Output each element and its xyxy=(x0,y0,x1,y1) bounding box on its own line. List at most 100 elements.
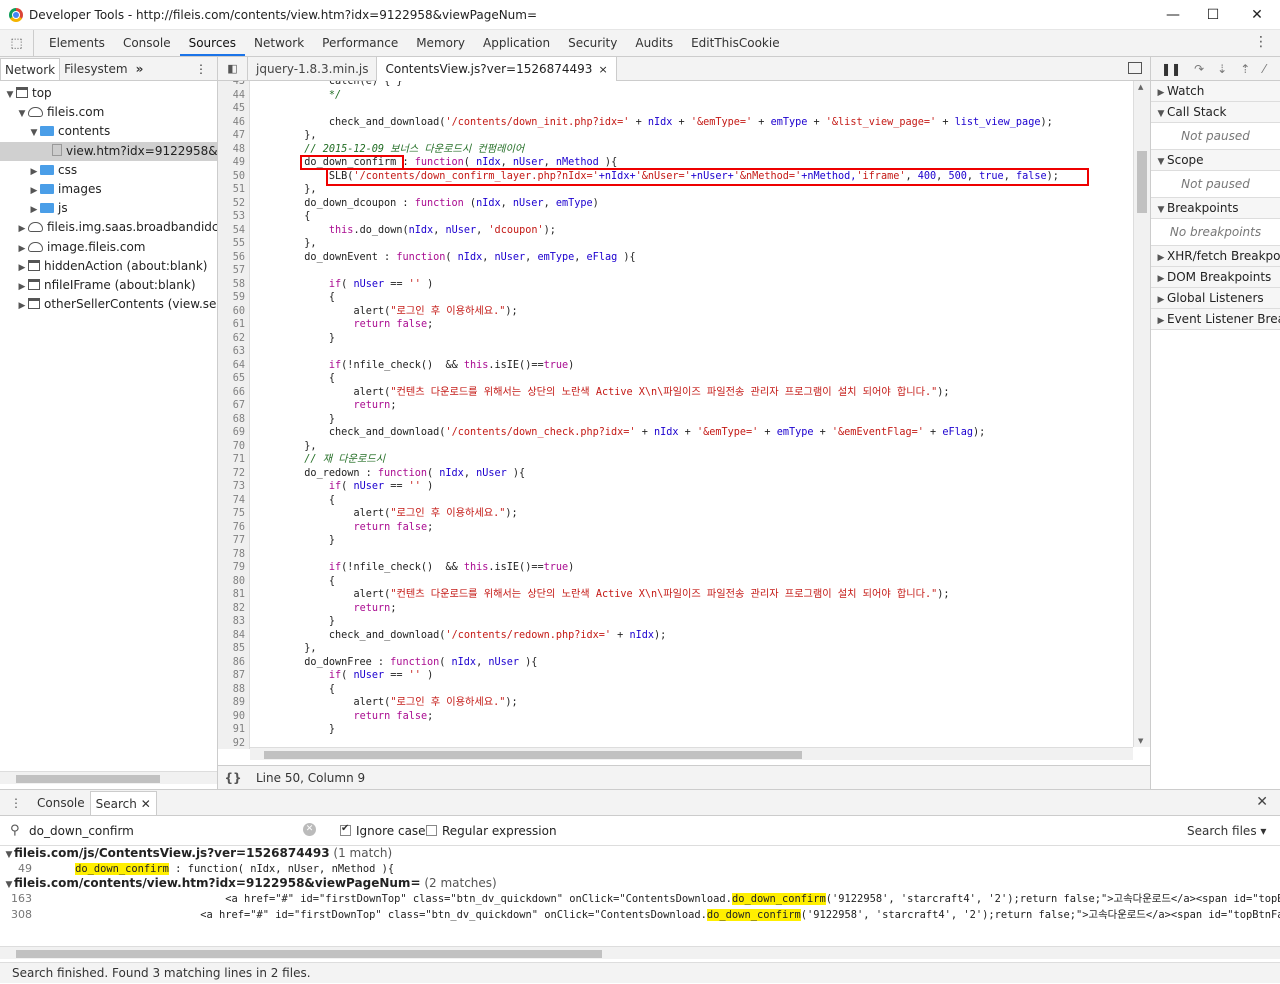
tree-item[interactable]: ▶ css xyxy=(0,161,217,180)
code-area[interactable]: 43 catch(e) { } 44 */ 45 46 check_and_download… xyxy=(218,81,1150,749)
result-line[interactable]: 308 <a href="#" id="firstDownTop" class=… xyxy=(0,907,1280,922)
line-number[interactable]: 82 xyxy=(218,602,245,616)
line-number[interactable]: 71 xyxy=(218,453,245,467)
collapsed-arrow-icon[interactable]: ▶ xyxy=(28,163,40,180)
tab-elements[interactable]: Elements xyxy=(40,30,114,56)
line-number[interactable]: 78 xyxy=(218,548,245,562)
collapsed-arrow-icon[interactable]: ▶ xyxy=(16,259,28,276)
line-number[interactable]: 72 xyxy=(218,467,245,481)
code-line[interactable]: 74 { xyxy=(218,494,1133,508)
line-number[interactable]: 69 xyxy=(218,426,245,440)
line-number[interactable]: 63 xyxy=(218,345,245,359)
step-over-icon[interactable]: ↷ xyxy=(1194,62,1204,76)
regex-checkbox[interactable]: Regular expression xyxy=(426,824,557,838)
result-line[interactable]: 49 do_down_confirm : function( nIdx, nUs… xyxy=(0,861,1280,876)
tab-contentsview[interactable]: ContentsView.js?ver=1526874493 × xyxy=(376,56,617,81)
toggle-debugger-icon[interactable] xyxy=(1128,62,1142,74)
step-out-icon[interactable]: ⇡ xyxy=(1240,62,1250,76)
code-line[interactable]: 79 if(!nfile_check() && this.isIE()==true… xyxy=(218,561,1133,575)
code-line[interactable]: 73 if( nUser == '' ) xyxy=(218,480,1133,494)
scroll-down-icon[interactable]: ▼ xyxy=(1138,737,1143,745)
line-number[interactable]: 65 xyxy=(218,372,245,386)
code-line[interactable]: 65 { xyxy=(218,372,1133,386)
line-number[interactable]: 51 xyxy=(218,183,245,197)
collapsed-arrow-icon[interactable]: ▶ xyxy=(16,220,28,237)
line-number[interactable]: 89 xyxy=(218,696,245,710)
line-number[interactable]: 75 xyxy=(218,507,245,521)
pretty-print-icon[interactable]: {} xyxy=(218,771,248,785)
scrollbar-thumb[interactable] xyxy=(16,775,160,783)
tree-item[interactable]: ▼ contents xyxy=(0,122,217,141)
close-tab-icon[interactable]: ✕ xyxy=(141,797,151,811)
line-number[interactable]: 84 xyxy=(218,629,245,643)
code-line[interactable]: 54 this.do_down(nIdx, nUser, 'dcoupon'); xyxy=(218,224,1133,238)
tree-item[interactable]: ▶ otherSellerContents (view.seller.php) xyxy=(0,295,217,314)
line-number[interactable]: 73 xyxy=(218,480,245,494)
scrollbar-thumb[interactable] xyxy=(16,950,602,958)
deactivate-breakpoints-icon[interactable]: ⁄ xyxy=(1263,62,1265,76)
line-number[interactable]: 81 xyxy=(218,588,245,602)
collapsed-arrow-icon[interactable]: ▶ xyxy=(16,240,28,257)
line-number[interactable]: 44 xyxy=(218,89,245,103)
collapsed-arrow-icon[interactable]: ▶ xyxy=(16,297,28,314)
code-line[interactable]: 89 alert("로그인 후 이용하세요."); xyxy=(218,696,1133,710)
line-number[interactable]: 91 xyxy=(218,723,245,737)
line-number[interactable]: 46 xyxy=(218,116,245,130)
code-line[interactable]: 48 // 2015-12-09 보너스 다운로드시 컨펌레이어 xyxy=(218,143,1133,157)
editor-hscrollbar[interactable] xyxy=(250,747,1133,760)
section-dom-breakpoints[interactable]: ▶ DOM Breakpoints xyxy=(1151,267,1280,288)
tab-jquery[interactable]: jquery-1.8.3.min.js xyxy=(248,57,376,81)
collapsed-arrow-icon[interactable]: ▶ xyxy=(16,278,28,295)
section-xhr-fetch-breakpoints[interactable]: ▶XHR/fetch Breakpoints xyxy=(1151,246,1280,267)
toggle-navigator-icon[interactable]: ◧ xyxy=(218,56,248,81)
drawer-menu-icon[interactable]: ⋮ xyxy=(0,796,32,810)
line-number[interactable]: 43 xyxy=(218,81,245,89)
line-number[interactable]: 88 xyxy=(218,683,245,697)
line-number[interactable]: 47 xyxy=(218,129,245,143)
result-file[interactable]: ▼ fileis.com/js/ContentsView.js?ver=15268… xyxy=(0,846,1280,861)
line-number[interactable]: 77 xyxy=(218,534,245,548)
expanded-arrow-icon[interactable]: ▼ xyxy=(16,105,28,122)
section-breakpoints[interactable]: ▼ Breakpoints xyxy=(1151,198,1280,219)
scroll-up-icon[interactable]: ▲ xyxy=(1138,83,1143,91)
tab-sources[interactable]: Sources xyxy=(179,30,246,56)
line-number[interactable]: 67 xyxy=(218,399,245,413)
code-line[interactable]: 78 xyxy=(218,548,1133,562)
code-line[interactable]: 43 catch(e) { } xyxy=(218,81,1133,89)
line-number[interactable]: 48 xyxy=(218,143,245,157)
navigator-scrollbar[interactable] xyxy=(0,771,217,784)
line-number[interactable]: 79 xyxy=(218,561,245,575)
code-line[interactable]: 85}, xyxy=(218,642,1133,656)
code-line[interactable]: 46 check_and_download('/contents/down_ini… xyxy=(218,116,1133,130)
line-number[interactable]: 45 xyxy=(218,102,245,116)
minimize-icon[interactable]: — xyxy=(1163,5,1183,25)
section-event-listener-breakpoints[interactable]: ▶Event Listener Breakpoints xyxy=(1151,309,1280,330)
code-line[interactable]: 60 alert("로그인 후 이용하세요."); xyxy=(218,305,1133,319)
tab-search[interactable]: Search ✕ xyxy=(89,790,157,815)
code-line[interactable]: 87 if( nUser == '' ) xyxy=(218,669,1133,683)
result-line[interactable]: 163 <a href="#" id="firstDownTop" class=… xyxy=(0,891,1280,906)
pause-icon[interactable]: ❚❚ xyxy=(1161,62,1181,76)
code-line[interactable]: 59 { xyxy=(218,291,1133,305)
tab-filesystem[interactable]: Filesystem xyxy=(60,58,131,80)
expanded-arrow-icon[interactable]: ▼ xyxy=(4,86,16,103)
line-number[interactable]: 58 xyxy=(218,278,245,292)
tab-performance[interactable]: Performance xyxy=(313,30,407,56)
code-line[interactable]: 49 do_down_confirm : function( nIdx, nUse… xyxy=(218,156,1133,170)
close-window-icon[interactable]: ✕ xyxy=(1247,5,1267,25)
code-line[interactable]: 55}, xyxy=(218,237,1133,251)
code-line[interactable]: 88 { xyxy=(218,683,1133,697)
inspect-element-icon[interactable]: ⬚ xyxy=(0,30,34,56)
editor-vscrollbar[interactable]: ▲ ▼ xyxy=(1133,81,1150,747)
line-number[interactable]: 86 xyxy=(218,656,245,670)
collapsed-arrow-icon[interactable]: ▶ xyxy=(28,182,40,199)
tab-application[interactable]: Application xyxy=(474,30,559,56)
line-number[interactable]: 61 xyxy=(218,318,245,332)
line-number[interactable]: 54 xyxy=(218,224,245,238)
tree-item[interactable]: ▶ fileis.img.saas.broadbandidc.com xyxy=(0,218,217,237)
code-line[interactable]: 45 xyxy=(218,102,1133,116)
line-number[interactable]: 49 xyxy=(218,156,245,170)
code-line[interactable]: 86 do_downFree : function( nIdx, nUser ){ xyxy=(218,656,1133,670)
expanded-arrow-icon[interactable]: ▼ xyxy=(4,878,14,891)
code-line[interactable]: 82 return; xyxy=(218,602,1133,616)
